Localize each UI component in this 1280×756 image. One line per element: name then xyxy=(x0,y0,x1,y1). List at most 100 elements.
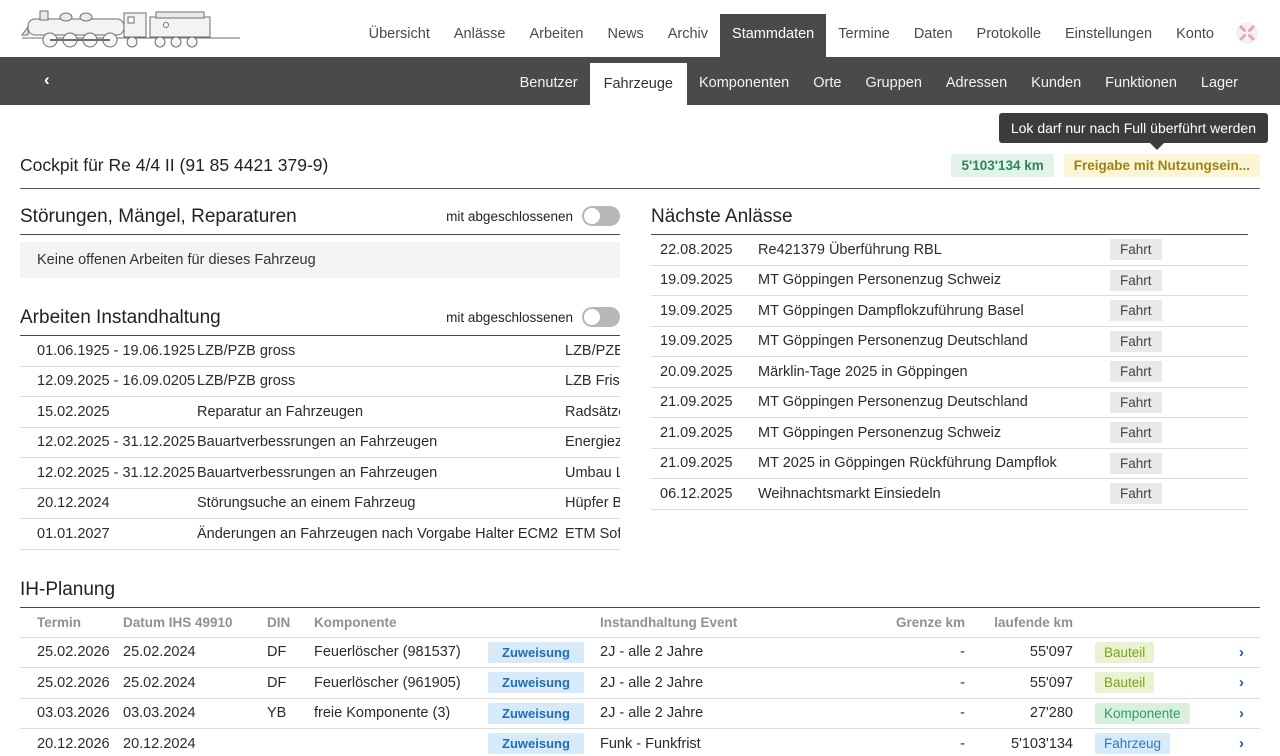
anlass-name: MT Göppingen Personenzug Deutschland xyxy=(758,333,1110,349)
anlass-row[interactable]: 06.12.2025 Weihnachtsmarkt Einsiedeln Fa… xyxy=(651,479,1248,510)
ih-din: DF xyxy=(267,675,314,691)
section-title-ih-planung: IH-Planung xyxy=(20,579,115,601)
arbeiten-date: 01.06.1925 - 19.06.1925 xyxy=(37,343,197,359)
subnav-stammdaten: ‹ Benutzer Fahrzeuge Komponenten Orte Gr… xyxy=(0,57,1280,105)
subnav-item[interactable]: Gruppen xyxy=(853,61,933,105)
subnav-item[interactable]: Orte xyxy=(801,61,853,105)
subnav-item[interactable]: Kunden xyxy=(1019,61,1093,105)
main-nav-item[interactable]: Konto xyxy=(1164,14,1226,57)
main-nav-item[interactable]: Anlässe xyxy=(442,14,518,57)
fahrt-badge: Fahrt xyxy=(1110,239,1162,260)
ih-row[interactable]: 25.02.2026 25.02.2024 DF Feuerlöscher (9… xyxy=(20,668,1260,699)
chevron-right-icon[interactable] xyxy=(1230,735,1260,752)
anlass-name: MT Göppingen Personenzug Schweiz xyxy=(758,425,1110,441)
ih-din: DF xyxy=(267,644,314,660)
app-logo-steam-locomotive[interactable] xyxy=(20,7,242,50)
subnav-item[interactable]: Adressen xyxy=(934,61,1019,105)
ih-column-header: DIN xyxy=(267,615,314,630)
anlass-date: 21.09.2025 xyxy=(660,394,758,410)
arbeiten-detail: LZB Frist xyxy=(565,373,620,389)
anlass-row[interactable]: 19.09.2025 MT Göppingen Personenzug Deut… xyxy=(651,327,1248,358)
top-header: Übersicht Anlässe Arbeiten News Archiv S… xyxy=(0,0,1280,57)
ih-datum-ihs: 03.03.2024 xyxy=(123,705,267,721)
main-nav-item[interactable]: Daten xyxy=(902,14,965,57)
main-nav: Übersicht Anlässe Arbeiten News Archiv S… xyxy=(357,0,1280,57)
arbeiten-row[interactable]: 12.09.2025 - 16.09.0205 LZB/PZB gross LZ… xyxy=(20,367,620,398)
ih-column-header: Instandhaltung Event xyxy=(600,615,880,630)
anlass-name: MT Göppingen Personenzug Deutschland xyxy=(758,394,1110,410)
anlass-date: 20.09.2025 xyxy=(660,364,758,380)
ih-event: 2J - alle 2 Jahre xyxy=(600,644,880,660)
ih-komponente: Feuerlöscher (961905) xyxy=(314,675,488,691)
anlass-row[interactable]: 19.09.2025 MT Göppingen Personenzug Schw… xyxy=(651,266,1248,297)
main-nav-item[interactable]: News xyxy=(595,14,655,57)
fahrt-badge: Fahrt xyxy=(1110,483,1162,504)
anlass-row[interactable]: 22.08.2025 Re421379 Überführung RBL Fahr… xyxy=(651,235,1248,266)
subnav-item[interactable]: Benutzer xyxy=(508,61,590,105)
zuweisung-button[interactable]: Zuweisung xyxy=(488,672,584,693)
back-chevron-icon[interactable]: ‹ xyxy=(36,70,58,90)
chevron-right-icon[interactable] xyxy=(1230,644,1260,661)
anlass-name: Weihnachtsmarkt Einsiedeln xyxy=(758,486,1110,502)
anlass-date: 19.09.2025 xyxy=(660,333,758,349)
anlass-row[interactable]: 21.09.2025 MT Göppingen Personenzug Schw… xyxy=(651,418,1248,449)
toggle-mit-abgeschlossenen-arbeiten[interactable] xyxy=(582,307,620,327)
section-anlaesse-header: Nächste Anlässe xyxy=(651,206,1248,235)
section-stoerungen-header: Störungen, Mängel, Reparaturen mit abges… xyxy=(20,206,620,235)
ih-row[interactable]: 03.03.2026 03.03.2024 YB freie Komponent… xyxy=(20,699,1260,730)
ih-termin: 25.02.2026 xyxy=(37,675,123,691)
arbeiten-table: 01.06.1925 - 19.06.1925 LZB/PZB gross LZ… xyxy=(20,336,620,550)
main-nav-item[interactable]: Stammdaten xyxy=(720,14,826,57)
ih-event: Funk - Funkfrist xyxy=(600,736,880,752)
main-nav-item[interactable]: Archiv xyxy=(656,14,720,57)
zuweisung-button[interactable]: Zuweisung xyxy=(488,642,584,663)
anlass-row[interactable]: 21.09.2025 MT Göppingen Personenzug Deut… xyxy=(651,388,1248,419)
toggle-mit-abgeschlossenen-stoerungen[interactable] xyxy=(582,206,620,226)
arbeiten-row[interactable]: 12.02.2025 - 31.12.2025 Bauartverbessrun… xyxy=(20,428,620,459)
anlass-row[interactable]: 20.09.2025 Märklin-Tage 2025 in Göppinge… xyxy=(651,357,1248,388)
ih-termin: 03.03.2026 xyxy=(37,705,123,721)
subnav-item[interactable]: Funktionen xyxy=(1093,61,1189,105)
main-nav-item[interactable]: Arbeiten xyxy=(517,14,595,57)
arbeiten-row[interactable]: 01.06.1925 - 19.06.1925 LZB/PZB gross LZ… xyxy=(20,336,620,367)
release-status-badge[interactable]: Freigabe mit Nutzungsein... xyxy=(1064,154,1260,177)
ih-row[interactable]: 20.12.2026 20.12.2024 Zuweisung Funk - F… xyxy=(20,729,1260,756)
arbeiten-detail: Umbau LT xyxy=(565,465,620,481)
subnav-item[interactable]: Komponenten xyxy=(687,61,801,105)
fullscreen-icon[interactable] xyxy=(1234,20,1260,46)
zuweisung-button[interactable]: Zuweisung xyxy=(488,733,584,754)
main-nav-item[interactable]: Termine xyxy=(826,14,902,57)
arbeiten-row[interactable]: 15.02.2025 Reparatur an Fahrzeugen Radsä… xyxy=(20,397,620,428)
arbeiten-detail: Radsätze xyxy=(565,404,620,420)
ih-laufende-km: 5'103'134 xyxy=(965,736,1073,752)
zuweisung-button[interactable]: Zuweisung xyxy=(488,703,584,724)
arbeiten-row[interactable]: 12.02.2025 - 31.12.2025 Bauartverbessrun… xyxy=(20,458,620,489)
arbeiten-row[interactable]: 20.12.2024 Störungsuche an einem Fahrzeu… xyxy=(20,489,620,520)
chevron-right-icon[interactable] xyxy=(1230,674,1260,691)
ih-laufende-km: 55'097 xyxy=(965,644,1073,660)
main-nav-item[interactable]: Übersicht xyxy=(357,14,442,57)
anlass-date: 21.09.2025 xyxy=(660,425,758,441)
chevron-right-icon[interactable] xyxy=(1230,705,1260,722)
arbeiten-detail: LZB/PZB xyxy=(565,343,620,359)
ih-datum-ihs: 25.02.2024 xyxy=(123,644,267,660)
fahrt-badge: Fahrt xyxy=(1110,331,1162,352)
anlass-row[interactable]: 21.09.2025 MT 2025 in Göppingen Rückführ… xyxy=(651,449,1248,480)
ih-column-header: Termin xyxy=(37,615,123,630)
section-title-arbeiten: Arbeiten Instandhaltung xyxy=(20,307,221,329)
ih-type-badge: Komponente xyxy=(1095,703,1190,724)
subnav-item[interactable]: Fahrzeuge xyxy=(590,63,687,105)
ih-row[interactable]: 25.02.2026 25.02.2024 DF Feuerlöscher (9… xyxy=(20,638,1260,669)
main-nav-item[interactable]: Protokolle xyxy=(965,14,1053,57)
fahrt-badge: Fahrt xyxy=(1110,270,1162,291)
arbeiten-task: Reparatur an Fahrzeugen xyxy=(197,404,565,420)
main-content: Cockpit für Re 4/4 II (91 85 4421 379-9)… xyxy=(0,154,1280,756)
anlass-date: 06.12.2025 xyxy=(660,486,758,502)
main-nav-item[interactable]: Einstellungen xyxy=(1053,14,1164,57)
ih-table-body: 25.02.2026 25.02.2024 DF Feuerlöscher (9… xyxy=(20,638,1260,756)
arbeiten-row[interactable]: 01.01.2027 Änderungen an Fahrzeugen nach… xyxy=(20,519,620,550)
subnav-item[interactable]: Lager xyxy=(1189,61,1250,105)
ih-komponente: freie Komponente (3) xyxy=(314,705,488,721)
anlass-row[interactable]: 19.09.2025 MT Göppingen Dampflokzuführun… xyxy=(651,296,1248,327)
anlass-name: Re421379 Überführung RBL xyxy=(758,242,1110,258)
